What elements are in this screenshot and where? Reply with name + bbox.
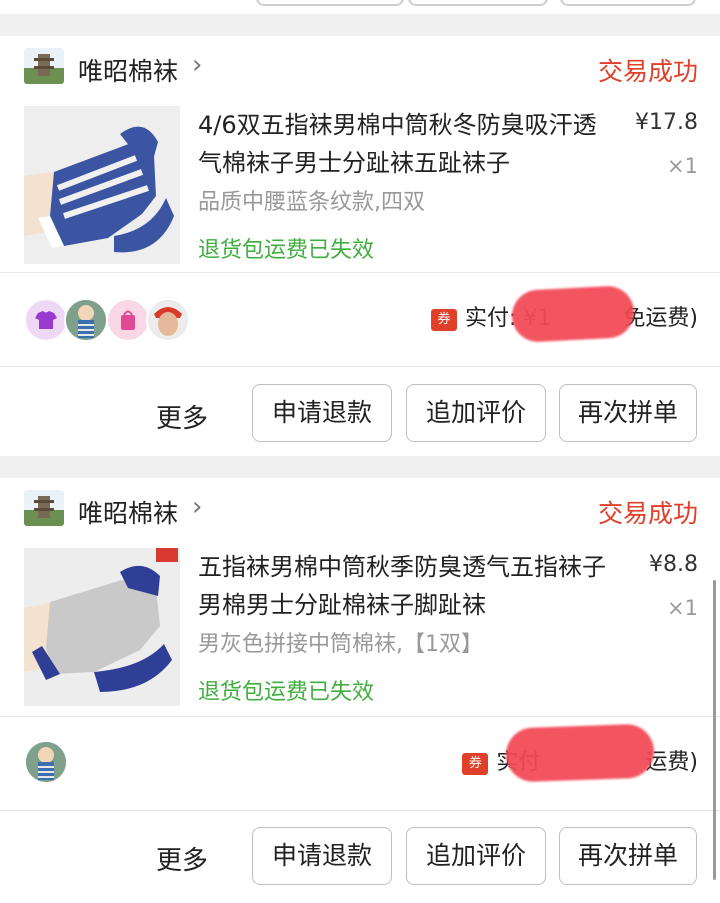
shop-logo [24,48,64,84]
person-photo [148,300,188,340]
product-price: ¥17.8 [635,110,698,135]
add-review-button[interactable]: 追加评价 [406,384,546,442]
coupon-icon: 券 [462,753,489,775]
add-review-button[interactable]: 追加评价 [406,827,546,885]
previous-order-bottom [0,0,720,14]
divider [0,366,720,367]
more-button[interactable]: 更多 [156,840,208,877]
previous-order-button[interactable] [560,0,696,6]
shipping-note: 免运费) [623,306,698,331]
previous-order-button[interactable] [256,0,404,6]
avatar [106,298,150,342]
product-sku: 男灰色拼接中筒棉袜,【1双】 [198,632,483,657]
sock-image [24,548,180,706]
paid-label: 实付: [464,306,517,331]
redaction-scribble [510,284,636,344]
previous-order-button[interactable] [408,0,548,6]
product-image[interactable] [24,548,180,706]
avatar [24,740,68,784]
product-image[interactable] [24,106,180,264]
request-refund-button[interactable]: 申请退款 [252,827,392,885]
product-quantity: ×1 [667,596,698,620]
avatar [146,298,190,342]
refund-note: 退货包运费已失效 [198,238,375,263]
doll-image [26,742,66,782]
refund-note: 退货包运费已失效 [198,680,375,705]
bag-icon [121,310,135,330]
shop-name[interactable]: 唯昭棉袜 [78,494,178,530]
divider [0,272,720,273]
request-refund-button[interactable]: 申请退款 [252,384,392,442]
product-title[interactable]: 4/6双五指袜男棉中筒秋冬防臭吸汗透气棉袜子男士分趾袜五趾袜子 [198,106,608,182]
sock-image [24,106,180,264]
doll-image [66,300,106,340]
divider [0,716,720,717]
scrollbar[interactable] [713,580,716,880]
shop-header[interactable]: 唯昭棉袜 › 交易成功 [0,36,720,100]
reorder-button[interactable]: 再次拼单 [559,384,697,442]
product-title[interactable]: 五指袜男棉中筒秋季防臭透气五指袜子男棉男士分趾棉袜子脚趾袜 [198,548,608,624]
shirt-icon [35,311,57,329]
chevron-right-icon[interactable]: › [192,492,202,522]
avatar [64,298,108,342]
more-button[interactable]: 更多 [156,398,208,435]
order-card: 唯昭棉袜 › 交易成功 4/6双五指袜男棉中筒秋冬防臭吸汗透气棉袜子男士分趾袜五… [0,36,720,456]
shop-header[interactable]: 唯昭棉袜 › 交易成功 [0,478,720,542]
shop-logo [24,490,64,526]
product-price: ¥8.8 [649,552,698,577]
order-status: 交易成功 [597,57,698,86]
product-sku: 品质中腰蓝条纹款,四双 [198,190,425,215]
order-card: 唯昭棉袜 › 交易成功 五指袜男棉中筒秋季防臭透气五指袜子男棉男士分趾棉袜子脚趾… [0,478,720,903]
avatar [24,298,68,342]
coupon-icon: 券 [430,309,457,331]
redaction-scribble [505,723,655,783]
reorder-button[interactable]: 再次拼单 [559,827,697,885]
shop-name[interactable]: 唯昭棉袜 [78,52,178,88]
chevron-right-icon[interactable]: › [192,50,202,80]
order-status: 交易成功 [597,499,698,528]
product-quantity: ×1 [667,154,698,178]
divider [0,810,720,811]
